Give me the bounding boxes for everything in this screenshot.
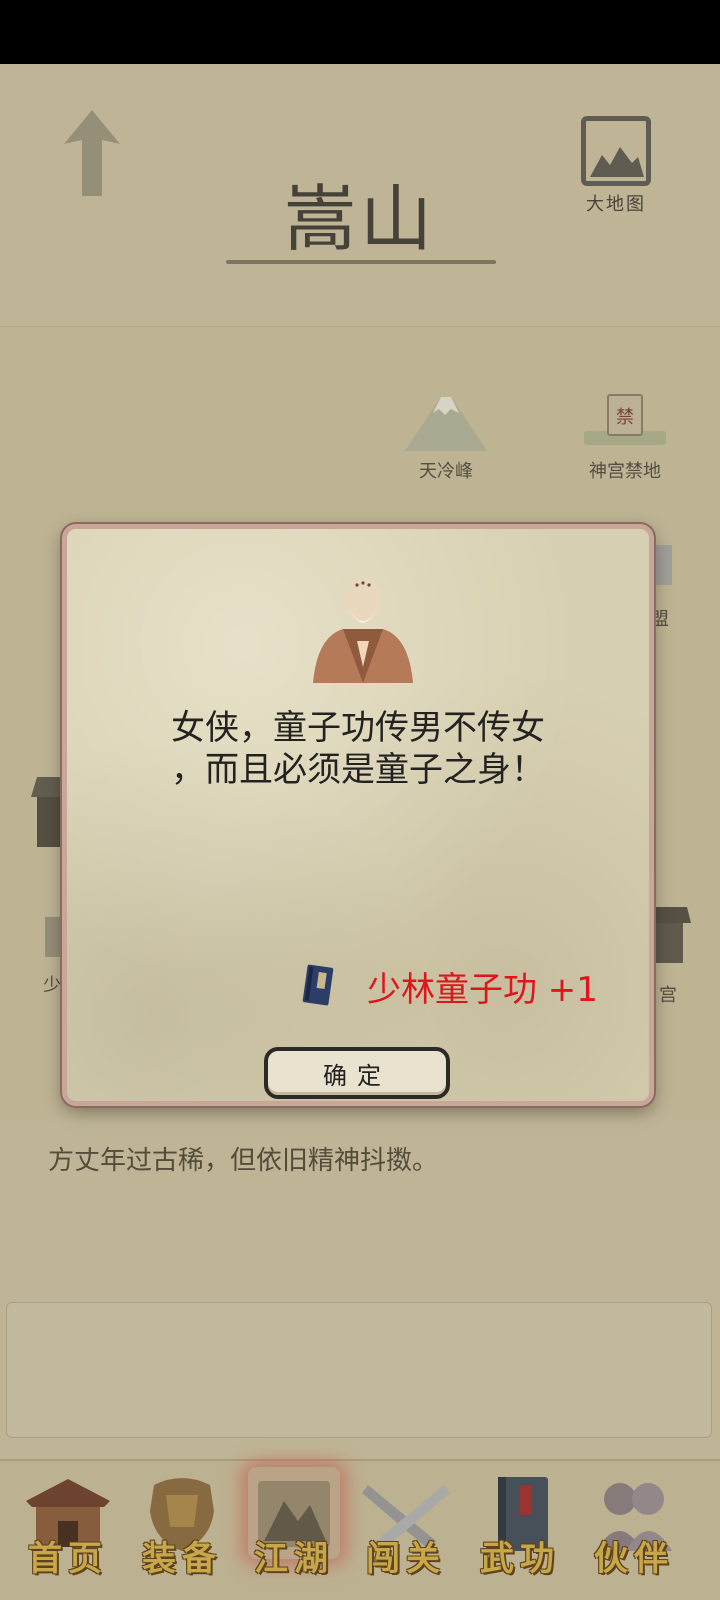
nav-label: 首页: [28, 1539, 108, 1579]
reward-row: 少林童子功 +1: [301, 961, 598, 1011]
dialog-message-line-1: 女侠，童子功传男不传女: [171, 708, 545, 748]
nav-label: 闯关: [366, 1539, 446, 1579]
title-underline: [226, 260, 496, 264]
stone-tablet-icon: 禁: [584, 394, 666, 445]
dialog-message: 女侠，童子功传男不传女 ，而且必须是童子之身！: [67, 707, 649, 791]
svg-text:禁: 禁: [616, 407, 634, 428]
location-tianlengfeng[interactable]: 天冷峰: [398, 393, 494, 483]
reward-text: 少林童子功 +1: [367, 969, 598, 1010]
nav-equipment[interactable]: 装备: [132, 1471, 232, 1581]
world-map-button[interactable]: 大地图: [578, 116, 654, 216]
nav-label: 装备: [142, 1539, 222, 1579]
nav-label: 江湖: [254, 1539, 334, 1579]
nav-jianghu[interactable]: 江湖: [244, 1467, 344, 1581]
dialog-popup: 女侠，童子功传男不传女 ，而且必须是童子之身！ 少林童子功 +1 确定: [62, 524, 654, 1106]
mountain-icon: [405, 397, 487, 451]
world-map-label: 大地图: [586, 194, 646, 215]
nav-companions[interactable]: 伙伴: [584, 1471, 684, 1581]
nav-label: 伙伴: [594, 1539, 674, 1579]
nav-home[interactable]: 首页: [18, 1471, 118, 1581]
location-shengong-jindi[interactable]: 禁 神宫禁地: [570, 391, 680, 483]
mountain-map-icon: [581, 116, 651, 186]
location-label: 少: [43, 975, 61, 996]
monk-avatar-icon: [313, 579, 413, 683]
book-icon: [302, 964, 334, 1006]
location-label: 天冷峰: [419, 461, 473, 482]
nav-label: 武功: [480, 1539, 560, 1579]
scene-description: 方丈年过古稀，但依旧精神抖擞。: [48, 1146, 439, 1176]
message-log-panel: [6, 1302, 712, 1438]
nav-challenge[interactable]: 闯关: [356, 1471, 456, 1581]
nav-martial-arts[interactable]: 武功: [470, 1471, 570, 1581]
confirm-button[interactable]: 确定: [264, 1047, 450, 1099]
location-label: 神宫禁地: [589, 461, 661, 482]
location-label: 宫: [659, 985, 677, 1006]
dialog-message-line-2: ，而且必须是童子之身！: [171, 750, 545, 790]
bottom-navigation: 首页 装备 江湖 闯关 武功 伙伴: [0, 1459, 720, 1600]
